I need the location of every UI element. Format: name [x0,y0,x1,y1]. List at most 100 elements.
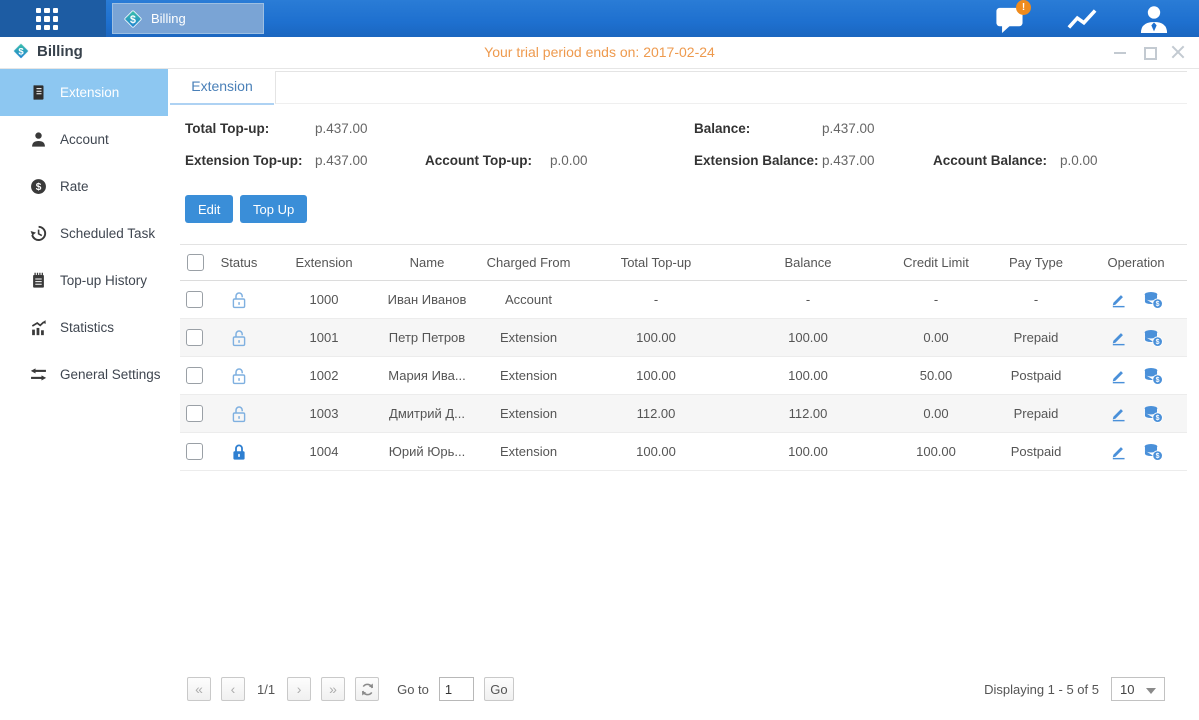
table-row: 1004 Юрий Юрь... Extension 100.00 100.00… [180,433,1187,471]
cell-extension: 1002 [270,357,378,395]
edit-row-icon[interactable] [1110,443,1127,460]
go-button[interactable]: Go [484,677,514,701]
cell-balance: 100.00 [731,319,885,357]
sidebar-item-account[interactable]: Account [0,116,168,163]
cell-credit-limit: 50.00 [885,357,987,395]
goto-label: Go to [397,682,429,697]
cell-name: Петр Петров [378,319,476,357]
col-total-topup: Total Top-up [581,245,731,281]
topup-row-icon[interactable] [1143,291,1163,309]
cell-name: Мария Ива... [378,357,476,395]
row-checkbox[interactable] [186,291,203,308]
topup-row-icon[interactable] [1143,367,1163,385]
sidebar-item-label: Rate [60,179,89,194]
billing-diamond-icon [123,9,143,29]
person-icon [30,131,47,148]
app-tab-label: Billing [151,11,186,26]
cell-credit-limit: 0.00 [885,319,987,357]
displaying-text: Displaying 1 - 5 of 5 [984,682,1099,697]
cell-total-topup: 100.00 [581,319,731,357]
sidebar-item-rate[interactable]: Rate [0,163,168,210]
sidebar-item-topup-history[interactable]: Top-up History [0,257,168,304]
cell-charged-from: Extension [476,357,581,395]
tab-strip: Extension [168,69,1187,105]
col-operation: Operation [1085,245,1187,281]
prev-page-button[interactable]: ‹ [221,677,245,701]
cell-total-topup: - [581,281,731,319]
page-size-select[interactable]: 10 [1111,677,1165,701]
table-header-row: Status Extension Name Charged From Total… [180,245,1187,281]
sidebar-item-scheduled-task[interactable]: Scheduled Task [0,210,168,257]
cell-pay-type: Postpaid [987,357,1085,395]
row-checkbox[interactable] [186,443,203,460]
messages-icon[interactable]: ! [993,4,1027,34]
cell-credit-limit: - [885,281,987,319]
next-page-button[interactable]: › [287,677,311,701]
top-bar: Billing ! [0,0,1199,37]
select-all-checkbox[interactable] [187,254,204,271]
edit-row-icon[interactable] [1110,367,1127,384]
edit-button[interactable]: Edit [185,195,233,223]
sidebar-item-label: Extension [60,85,119,100]
col-balance: Balance [731,245,885,281]
refresh-icon [360,682,375,697]
col-pay-type: Pay Type [987,245,1085,281]
cell-total-topup: 100.00 [581,357,731,395]
account-topup-value: p.0.00 [550,153,588,168]
main-content: Extension Total Top-up: p.437.00 Balance… [168,69,1199,720]
sidebar-item-label: Top-up History [60,273,147,288]
sidebar-item-general-settings[interactable]: General Settings [0,351,168,398]
sidebar-item-extension[interactable]: Extension [0,69,168,116]
account-topup-label: Account Top-up: [425,153,532,168]
account-balance-label: Account Balance: [933,153,1047,168]
cell-credit-limit: 100.00 [885,433,987,471]
ledger-icon [30,84,47,101]
cell-name: Дмитрий Д... [378,395,476,433]
cell-name: Иван Иванов [378,281,476,319]
row-checkbox[interactable] [186,367,203,384]
topup-row-icon[interactable] [1143,329,1163,347]
cell-charged-from: Extension [476,395,581,433]
notepad-icon [30,272,47,289]
goto-page-input[interactable] [439,677,474,701]
stats-icon [30,319,47,336]
cell-pay-type: Prepaid [987,319,1085,357]
table-row: 1002 Мария Ива... Extension 100.00 100.0… [180,357,1187,395]
minimize-button[interactable] [1113,45,1127,59]
lock-open-icon [231,405,247,423]
topup-row-icon[interactable] [1143,405,1163,423]
col-status: Status [208,245,270,281]
cell-charged-from: Extension [476,433,581,471]
chevron-down-icon [1146,688,1156,694]
pagination-bar: « ‹ 1/1 › » Go to Go Displaying 1 - 5 of… [180,677,1187,703]
edit-row-icon[interactable] [1110,291,1127,308]
tab-extension[interactable]: Extension [170,69,274,105]
account-balance-value: p.0.00 [1060,153,1098,168]
lock-open-icon [231,329,247,347]
refresh-button[interactable] [355,677,379,701]
last-page-button[interactable]: » [321,677,345,701]
sidebar-item-label: Statistics [60,320,114,335]
cell-balance: 100.00 [731,433,885,471]
edit-row-icon[interactable] [1110,329,1127,346]
app-tab-billing[interactable]: Billing [112,3,264,34]
topup-row-icon[interactable] [1143,443,1163,461]
sidebar-item-statistics[interactable]: Statistics [0,304,168,351]
extension-balance-value: p.437.00 [822,153,875,168]
cell-total-topup: 100.00 [581,433,731,471]
row-checkbox[interactable] [186,329,203,346]
sidebar-item-label: Account [60,132,109,147]
edit-row-icon[interactable] [1110,405,1127,422]
user-account-icon[interactable] [1137,4,1171,34]
app-grid-icon[interactable] [36,8,58,30]
top-up-button[interactable]: Top Up [240,195,307,223]
balance-label: Balance: [694,121,750,136]
col-credit-limit: Credit Limit [885,245,987,281]
close-button[interactable] [1171,45,1185,59]
statistics-chart-icon[interactable] [1065,4,1099,34]
maximize-button[interactable] [1142,45,1156,59]
first-page-button[interactable]: « [187,677,211,701]
extension-table: Status Extension Name Charged From Total… [180,244,1187,471]
row-checkbox[interactable] [186,405,203,422]
table-row: 1003 Дмитрий Д... Extension 112.00 112.0… [180,395,1187,433]
